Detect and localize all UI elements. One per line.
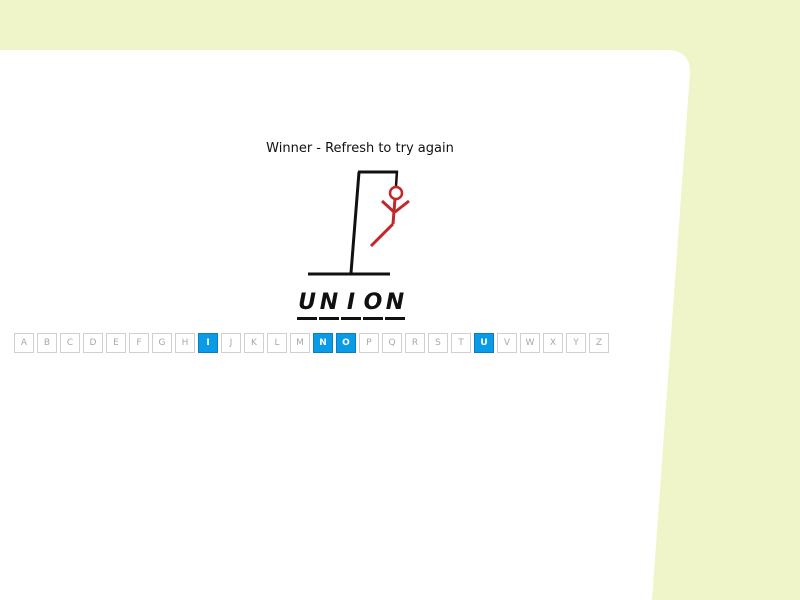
letter-key-e[interactable]: E xyxy=(106,333,126,353)
letter-key-v[interactable]: V xyxy=(497,333,517,353)
letter-key-y[interactable]: Y xyxy=(566,333,586,353)
figure-right-arm xyxy=(394,199,410,214)
letter-key-h[interactable]: H xyxy=(175,333,195,353)
figure-left-leg xyxy=(369,222,395,248)
letter-key-z[interactable]: Z xyxy=(589,333,609,353)
word-letter: N xyxy=(319,290,339,320)
letter-key-j[interactable]: J xyxy=(221,333,241,353)
word-letter: U xyxy=(297,290,317,320)
letter-key-x[interactable]: X xyxy=(543,333,563,353)
letter-key-s[interactable]: S xyxy=(428,333,448,353)
letter-key-i[interactable]: I xyxy=(198,333,218,353)
letter-key-d[interactable]: D xyxy=(83,333,103,353)
letter-key-l[interactable]: L xyxy=(267,333,287,353)
letter-key-t[interactable]: T xyxy=(451,333,471,353)
letter-key-q[interactable]: Q xyxy=(382,333,402,353)
letter-key-g[interactable]: G xyxy=(152,333,172,353)
figure-head xyxy=(388,185,404,201)
letter-keyboard: ABCDEFGHIJKLMNOPQRSTUVWXYZ xyxy=(14,333,609,353)
status-message: Winner - Refresh to try again xyxy=(266,141,454,156)
letter-key-w[interactable]: W xyxy=(520,333,540,353)
letter-key-n[interactable]: N xyxy=(313,333,333,353)
letter-key-m[interactable]: M xyxy=(290,333,310,353)
letter-key-a[interactable]: A xyxy=(14,333,34,353)
letter-key-f[interactable]: F xyxy=(129,333,149,353)
gallows-rope xyxy=(394,170,399,187)
letter-key-r[interactable]: R xyxy=(405,333,425,353)
letter-key-o[interactable]: O xyxy=(336,333,356,353)
gallows-post xyxy=(349,171,361,274)
letter-key-k[interactable]: K xyxy=(244,333,264,353)
figure-left-arm xyxy=(380,199,396,214)
hangman-drawing xyxy=(308,170,410,276)
word-letter: O xyxy=(363,290,383,320)
letter-key-c[interactable]: C xyxy=(60,333,80,353)
word-letter: N xyxy=(385,290,405,320)
guessed-word: U N I O N xyxy=(297,290,405,320)
letter-key-p[interactable]: P xyxy=(359,333,379,353)
game-stage: Winner - Refresh to try again U N I O N … xyxy=(0,0,800,600)
word-letter: I xyxy=(341,290,361,320)
letter-key-b[interactable]: B xyxy=(37,333,57,353)
letter-key-u[interactable]: U xyxy=(474,333,494,353)
